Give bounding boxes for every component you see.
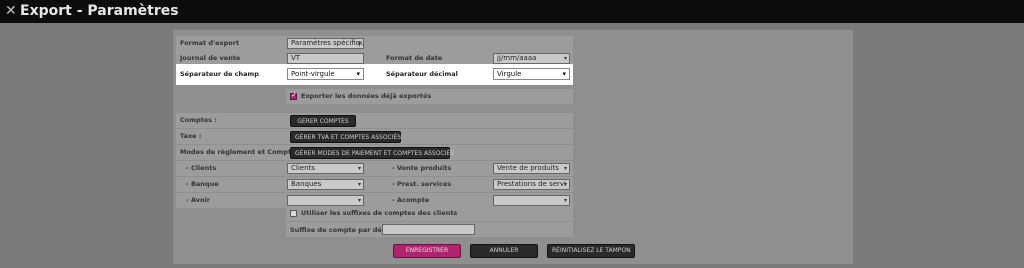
chevron-down-icon: ▾ — [563, 55, 567, 62]
suffixes-label: Utiliser les suffixes de comptes des cli… — [301, 209, 458, 217]
banque-label: - Banque — [186, 180, 219, 188]
vente-produits-value: Vente de produits — [497, 164, 559, 172]
chevron-down-icon: ▾ — [563, 181, 567, 188]
chevron-down-icon: ▾ — [563, 165, 567, 172]
vente-produits-label: - Vente produits — [392, 164, 452, 172]
row-clients-vente: - Clients Clients ▾ - Vente produits Ven… — [176, 161, 573, 176]
gerer-tva-button[interactable]: GÉRER TVA ET COMPTES ASSOCIÉS — [290, 131, 401, 143]
separateur-champ-select[interactable]: Point-virgule ▾ — [287, 68, 364, 80]
chevron-down-icon: ▾ — [562, 70, 566, 78]
banque-value: Banques — [291, 180, 322, 188]
vente-produits-select[interactable]: Vente de produits ▾ — [493, 163, 570, 174]
separateur-champ-value: Point-virgule — [291, 70, 335, 78]
suffixe-defaut-label: Suffixe de compte par défaut — [290, 226, 397, 234]
clients-value: Clients — [291, 164, 315, 172]
gerer-comptes-button[interactable]: GÉRER COMPTES — [290, 115, 356, 127]
exporter-deja-checkbox[interactable] — [290, 91, 297, 100]
row-suffixes: Utiliser les suffixes de comptes des cli… — [286, 206, 573, 221]
separateur-decimal-label: Séparateur décimal — [386, 70, 458, 78]
prest-services-label: - Prest. services — [392, 180, 452, 188]
chevron-down-icon: ▾ — [357, 197, 361, 204]
chevron-down-icon: ▾ — [563, 197, 567, 204]
format-date-value: jj/mm/aaaa — [497, 54, 537, 62]
row-format-export: Format d'export Paramètres spécifiqu ▾ — [176, 36, 573, 51]
format-export-select[interactable]: Paramètres spécifiqu ▾ — [287, 38, 364, 49]
journal-vente-input[interactable]: VT — [287, 53, 364, 64]
chevron-down-icon: ▾ — [357, 165, 361, 172]
avoir-label: - Avoir — [186, 196, 210, 204]
row-exporter-deja: Exporter les données déjà exportés — [286, 89, 573, 104]
title-bar: ✕ Export - Paramètres — [0, 0, 1024, 23]
prest-services-value: Prestations de servi — [497, 180, 566, 188]
banque-select[interactable]: Banques ▾ — [287, 179, 364, 190]
acompte-label: - Acompte — [392, 196, 430, 204]
row-suffixe-defaut: Suffixe de compte par défaut — [286, 222, 573, 237]
separateur-decimal-select[interactable]: Virgule ▾ — [493, 68, 570, 80]
format-export-label: Format d'export — [180, 39, 240, 47]
separateur-decimal-value: Virgule — [497, 70, 522, 78]
exporter-deja-label: Exporter les données déjà exportés — [301, 92, 432, 100]
row-modes: Modes de règlement et Comptes : GÉRER MO… — [176, 145, 573, 160]
chevron-down-icon: ▾ — [356, 70, 360, 78]
reset-buffer-button[interactable]: RÉINITIALISEZ LE TAMPON — [547, 244, 635, 258]
clients-select[interactable]: Clients ▾ — [287, 163, 364, 174]
row-banque-prest: - Banque Banques ▾ - Prest. services Pre… — [176, 177, 573, 192]
format-date-label: Format de date — [386, 54, 443, 62]
row-separators: Séparateur de champ Point-virgule ▾ Sépa… — [176, 64, 573, 85]
chevron-down-icon: ▾ — [357, 40, 361, 47]
format-export-value: Paramètres spécifiqu — [291, 39, 364, 47]
row-comptes: Comptes : GÉRER COMPTES — [176, 113, 573, 128]
close-icon[interactable]: ✕ — [5, 3, 17, 19]
avoir-select[interactable]: ▾ — [287, 195, 364, 206]
cancel-button[interactable]: ANNULER — [470, 244, 538, 258]
taxe-label: Taxe : — [180, 132, 202, 140]
suffixe-defaut-input[interactable] — [382, 224, 475, 235]
suffixes-checkbox[interactable] — [290, 210, 297, 217]
format-date-select[interactable]: jj/mm/aaaa ▾ — [493, 53, 570, 64]
journal-vente-label: Journal de vente — [180, 54, 241, 62]
prest-services-select[interactable]: Prestations de servi ▾ — [493, 179, 570, 190]
comptes-label: Comptes : — [180, 116, 217, 124]
save-button[interactable]: ENREGISTRER — [393, 244, 461, 258]
clients-label: - Clients — [186, 164, 217, 172]
chevron-down-icon: ▾ — [357, 181, 361, 188]
modes-label: Modes de règlement et Comptes : — [180, 148, 305, 156]
window-title: Export - Paramètres — [20, 3, 179, 19]
gerer-modes-paiement-button[interactable]: GÉRER MODES DE PAIEMENT ET COMPTES ASSOC… — [290, 147, 454, 159]
separateur-champ-label: Séparateur de champ — [180, 70, 259, 78]
row-taxe: Taxe : GÉRER TVA ET COMPTES ASSOCIÉS — [176, 129, 573, 144]
acompte-select[interactable]: ▾ — [493, 195, 570, 206]
